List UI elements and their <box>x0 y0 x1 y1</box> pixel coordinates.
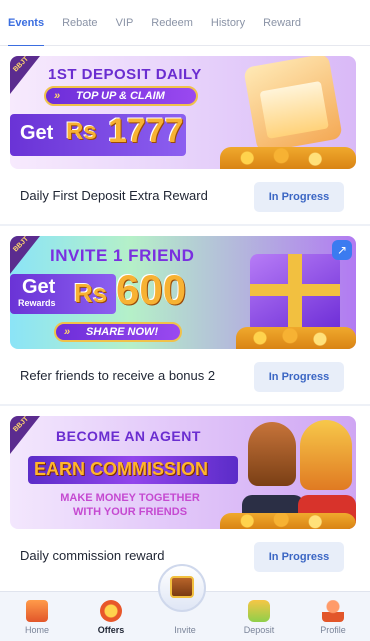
banner-earn-text: EARN COMMISSION <box>34 459 209 479</box>
banner-headline: 1ST DEPOSIT DAILY <box>48 66 202 83</box>
calendar-chart-illustration <box>243 56 343 153</box>
treasure-chest-icon <box>170 576 194 598</box>
banner-pill: » SHARE NOW! <box>54 322 182 342</box>
first-deposit-banner[interactable]: BBJT 1ST DEPOSIT DAILY » TOP UP & CLAIM … <box>10 56 356 169</box>
event-title: Daily commission reward <box>20 548 165 563</box>
nav-label: Profile <box>320 625 346 635</box>
nav-label: Offers <box>97 625 125 635</box>
event-card-first-deposit: BBJT 1ST DEPOSIT DAILY » TOP UP & CLAIM … <box>0 46 370 224</box>
deposit-icon <box>248 600 270 622</box>
cheetah-mascot-illustration <box>300 420 352 490</box>
events-list: BBJT 1ST DEPOSIT DAILY » TOP UP & CLAIM … <box>0 46 370 591</box>
event-card-refer-friends: BBJT INVITE 1 FRIEND Get Rewards Rs 600 … <box>0 226 370 404</box>
banner-get-sub: Rewards <box>18 298 56 308</box>
nav-label: Deposit <box>243 625 275 635</box>
banner-get: Get <box>22 276 56 298</box>
double-chevron-icon: » <box>54 90 61 102</box>
banner-sub-line1: MAKE MONEY TOGETHER <box>60 492 200 504</box>
coin-pile-illustration <box>236 327 356 349</box>
banner-amount: 600 <box>116 266 187 313</box>
profile-icon <box>322 600 344 622</box>
coin-pile-illustration <box>220 513 356 529</box>
bull-mascot-illustration <box>248 422 296 486</box>
invite-center-button[interactable] <box>158 564 206 612</box>
invite-friend-banner[interactable]: BBJT INVITE 1 FRIEND Get Rewards Rs 600 … <box>10 236 356 349</box>
nav-deposit[interactable]: Deposit <box>222 592 296 641</box>
status-button[interactable]: In Progress <box>254 362 344 392</box>
agent-commission-banner[interactable]: BBJT BECOME AN AGENT EARN COMMISSION MAK… <box>10 416 356 529</box>
double-chevron-icon: » <box>64 326 71 338</box>
nav-offers[interactable]: Offers <box>74 592 148 641</box>
gift-box-illustration <box>250 254 340 334</box>
banner-currency: Rs <box>74 278 108 308</box>
banner-currency: Rs <box>66 118 97 145</box>
event-title: Daily First Deposit Extra Reward <box>20 188 208 203</box>
share-icon[interactable]: ↗ <box>332 240 352 260</box>
banner-pill: » TOP UP & CLAIM <box>44 86 198 106</box>
banner-get: Get <box>20 122 54 144</box>
nav-label: Home <box>24 625 49 635</box>
tab-history[interactable]: History <box>211 0 245 46</box>
banner-amount: 1777 <box>108 112 184 150</box>
banner-headline: INVITE 1 FRIEND <box>50 246 195 265</box>
status-button[interactable]: In Progress <box>254 182 344 212</box>
banner-pill-label: SHARE NOW! <box>86 326 159 338</box>
home-icon <box>26 600 48 622</box>
banner-sub-line2: WITH YOUR FRIENDS <box>72 506 188 518</box>
nav-label: Invite <box>174 625 196 635</box>
tab-events[interactable]: Events <box>8 0 45 47</box>
nav-home[interactable]: Home <box>0 592 74 641</box>
status-button[interactable]: In Progress <box>254 542 344 572</box>
tab-redeem[interactable]: Redeem <box>151 0 193 46</box>
tab-reward[interactable]: Reward <box>263 0 301 46</box>
top-tab-bar: Events Rebate VIP Redeem History Reward <box>0 0 370 47</box>
nav-profile[interactable]: Profile <box>296 592 370 641</box>
event-title: Refer friends to receive a bonus 2 <box>20 368 216 383</box>
banner-headline: BECOME AN AGENT <box>56 428 201 444</box>
tab-rebate[interactable]: Rebate <box>62 0 97 46</box>
banner-pill-label: TOP UP & CLAIM <box>76 90 165 102</box>
coin-pile-illustration <box>220 147 356 169</box>
offers-icon <box>100 600 122 622</box>
tab-vip[interactable]: VIP <box>116 0 134 46</box>
